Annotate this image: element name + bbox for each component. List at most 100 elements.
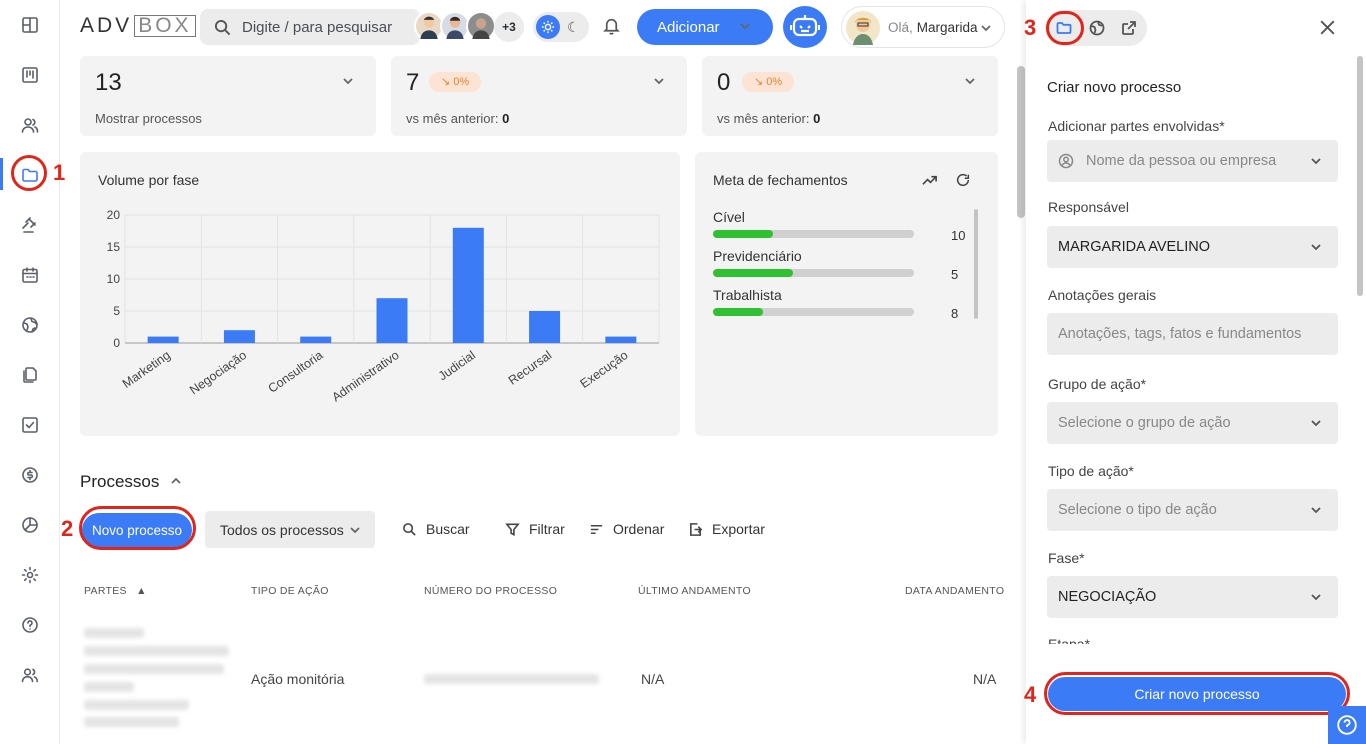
- form-field-1[interactable]: MARGARIDA AVELINO: [1047, 226, 1338, 268]
- help-circle-icon[interactable]: [17, 612, 43, 638]
- meta-card: Meta de fechamentos Cível 10 Previdenciár…: [695, 152, 998, 436]
- moon-icon: ☾: [567, 19, 580, 35]
- column-header-numero[interactable]: NÚMERO DO PROCESSO: [424, 585, 557, 597]
- meta-progress-bar: [713, 308, 914, 316]
- field-label: Adicionar partes envolvidas*: [1048, 118, 1225, 134]
- cell-data: N/A: [973, 671, 997, 687]
- meta-value: 10: [951, 228, 966, 243]
- field-placeholder: Selecione o tipo de ação: [1058, 502, 1217, 518]
- cell-tipo: Ação monitória: [251, 671, 345, 687]
- kpi-card-processos[interactable]: 13 Mostrar processos: [80, 56, 376, 136]
- reports-icon[interactable]: [17, 512, 43, 538]
- contacts-icon[interactable]: [17, 112, 43, 138]
- kpi-value: 0: [717, 69, 731, 96]
- form-field-3[interactable]: Selecione o grupo de ação: [1047, 402, 1338, 444]
- form-field-4[interactable]: Selecione o tipo de ação: [1047, 489, 1338, 531]
- kpi-subtitle: vs mês anterior: 0: [717, 111, 821, 126]
- x-tick-label: Marketing: [120, 348, 173, 391]
- kpi-subtitle: Mostrar processos: [95, 111, 202, 126]
- annotation-ring-folder-tab: [1046, 11, 1084, 45]
- chevron-down-icon[interactable]: [653, 74, 665, 90]
- bar: [376, 298, 408, 343]
- y-tick-label: 10: [107, 272, 121, 286]
- assistant-robot-icon[interactable]: [783, 6, 827, 48]
- annotation-step-1: 1: [53, 160, 66, 185]
- redacted-text: [84, 628, 144, 638]
- kpi-card-2[interactable]: 7 ↘ 0% vs mês anterior: 0: [391, 56, 687, 136]
- redacted-text: [84, 664, 224, 674]
- field-label: Fase*: [1048, 550, 1085, 566]
- field-placeholder: Selecione o grupo de ação: [1058, 415, 1231, 431]
- help-button[interactable]: [1328, 706, 1366, 744]
- calendar-icon[interactable]: [17, 262, 43, 288]
- tab-globe[interactable]: [1084, 15, 1110, 41]
- kpi-subtitle: vs mês anterior: 0: [406, 111, 510, 126]
- process-filter-select[interactable]: Todos os processos: [205, 511, 375, 548]
- settings-icon[interactable]: [17, 562, 43, 588]
- form-field-5[interactable]: NEGOCIAÇÃO: [1047, 576, 1338, 618]
- chevron-up-icon[interactable]: [170, 474, 182, 490]
- column-header-partes[interactable]: PARTES ▲: [84, 585, 147, 597]
- gavel-icon[interactable]: [17, 212, 43, 238]
- chevron-down-icon[interactable]: [964, 74, 976, 90]
- dashboard-icon[interactable]: [17, 12, 43, 38]
- meta-progress-bar: [713, 269, 914, 277]
- export-icon: [690, 522, 703, 536]
- tab-external-link[interactable]: [1116, 15, 1142, 41]
- annotation-step-3: 3: [1024, 15, 1037, 40]
- documents-icon[interactable]: [17, 362, 43, 388]
- filter-button[interactable]: Filtrar: [505, 521, 565, 537]
- form-field-0[interactable]: Nome da pessoa ou empresa: [1047, 140, 1338, 182]
- notifications-bell-icon[interactable]: [602, 16, 621, 38]
- meta-title: Meta de fechamentos: [713, 172, 848, 188]
- column-header-ultimo[interactable]: ÚLTIMO ANDAMENTO: [638, 585, 751, 597]
- redacted-text: [84, 646, 229, 656]
- add-button-label: Adicionar: [657, 18, 720, 36]
- annotation-ring-create-button: [1044, 672, 1350, 715]
- redacted-text: [84, 717, 179, 727]
- logo-text: ADV: [80, 14, 133, 37]
- search-icon: [403, 522, 416, 536]
- kanban-icon[interactable]: [17, 62, 43, 88]
- refresh-icon[interactable]: [955, 172, 971, 191]
- annotation-circle-sidebar: [11, 155, 47, 191]
- annotation-step-4: 4: [1024, 682, 1037, 707]
- trending-up-icon[interactable]: [921, 172, 938, 192]
- kpi-card-3[interactable]: 0 ↘ 0% vs mês anterior: 0: [702, 56, 998, 136]
- finance-icon[interactable]: [17, 462, 43, 488]
- search-process-button[interactable]: Buscar: [402, 521, 470, 537]
- chevron-down-icon[interactable]: [342, 74, 354, 90]
- form-field-2[interactable]: Anotações, tags, fatos e fundamentos: [1047, 313, 1338, 355]
- field-label: Grupo de ação*: [1048, 376, 1147, 392]
- column-header-data[interactable]: DATA ANDAMENTO: [905, 585, 1004, 597]
- bar: [605, 336, 637, 343]
- sort-button[interactable]: Ordenar: [589, 521, 664, 537]
- volume-bar-chart: 0 5 10 15 20 Marketing Negociação Consultoria Ad…: [107, 208, 660, 404]
- y-tick-label: 20: [107, 208, 121, 222]
- user-circle-icon: [1058, 153, 1074, 169]
- export-button[interactable]: Exportar: [688, 521, 765, 537]
- team-icon[interactable]: [17, 662, 43, 688]
- main-scrollbar[interactable]: [1017, 66, 1025, 218]
- tasks-icon[interactable]: [17, 412, 43, 438]
- add-dropdown-button[interactable]: Adicionar: [637, 9, 773, 45]
- avatar[interactable]: [466, 11, 496, 41]
- chevron-down-icon: [349, 523, 361, 539]
- y-tick-label: 0: [113, 336, 120, 350]
- kpi-value: 7: [406, 69, 420, 96]
- globe-icon[interactable]: [17, 312, 43, 338]
- x-tick-label: Execução: [578, 348, 631, 391]
- filter-icon: [505, 523, 520, 536]
- meta-scrollbar[interactable]: [974, 209, 978, 319]
- user-menu[interactable]: Olá, Margarida: [841, 6, 1005, 48]
- logo[interactable]: ADV BOX: [80, 14, 196, 38]
- theme-toggle[interactable]: ☾: [533, 12, 589, 42]
- help-circle-icon: [1337, 715, 1357, 735]
- chevron-down-icon: [1310, 504, 1322, 520]
- meta-value: 5: [951, 267, 959, 282]
- panel-scrollbar[interactable]: [1357, 56, 1363, 296]
- close-icon[interactable]: [1318, 18, 1337, 40]
- column-header-tipo[interactable]: TIPO DE AÇÃO: [251, 585, 329, 597]
- search-input[interactable]: Digite / para pesquisar: [200, 9, 420, 45]
- more-avatars-badge[interactable]: +3: [494, 12, 524, 42]
